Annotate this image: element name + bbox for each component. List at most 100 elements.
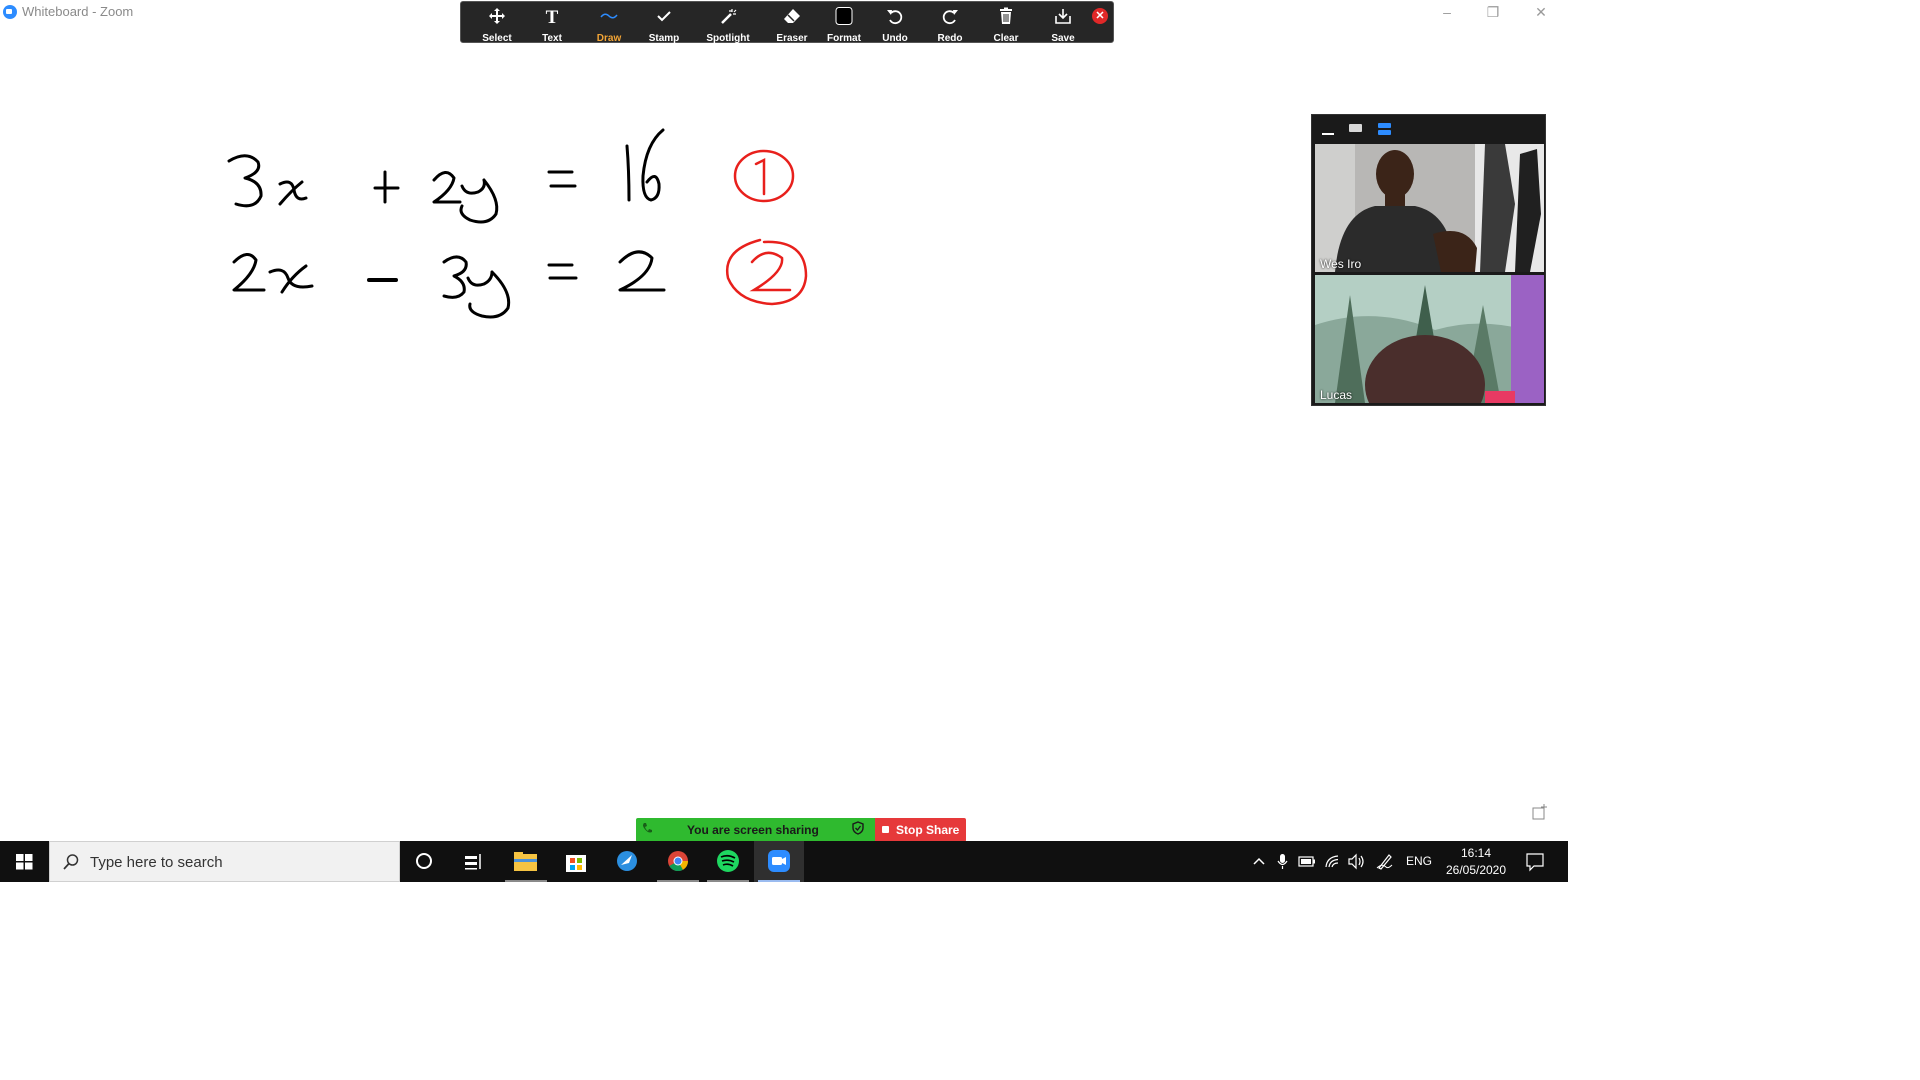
screen-share-bar: You are screen sharing Stop Share: [636, 818, 966, 842]
clear-tool[interactable]: Clear: [980, 5, 1032, 44]
gallery-controls: [1312, 115, 1545, 143]
undo-tool-label: Undo: [882, 33, 908, 44]
stop-share-button[interactable]: Stop Share: [875, 818, 966, 842]
app-running-indicator: [707, 880, 749, 882]
stamp-tool-label: Stamp: [648, 33, 680, 44]
format-tool[interactable]: Format: [818, 5, 870, 44]
eraser-tool-label: Eraser: [776, 33, 808, 44]
checkmark-icon: [638, 7, 690, 27]
sharing-status-text: You are screen sharing: [687, 823, 819, 837]
ink-3: [227, 154, 263, 208]
ink-3b: [442, 255, 468, 299]
eraser-icon: [766, 7, 818, 27]
volume-icon[interactable]: [1346, 841, 1368, 882]
ink-2c: [618, 250, 666, 292]
text-tool[interactable]: T Text: [526, 5, 578, 44]
eraser-tool[interactable]: Eraser: [766, 5, 818, 44]
undo-tool[interactable]: Undo: [869, 5, 921, 44]
ink-equals: [547, 170, 577, 188]
marker-2: [749, 251, 792, 292]
move-icon: [471, 7, 523, 27]
ink-equals-b: [547, 263, 578, 280]
ink-y: [459, 178, 499, 224]
whiteboard-toolbar: Select T Text Draw Stamp Spotlight Erase…: [460, 1, 1114, 44]
restore-button[interactable]: ❐: [1470, 2, 1516, 24]
gallery-view-icon[interactable]: [1378, 123, 1391, 135]
ink-2: [432, 171, 462, 204]
draw-squiggle-icon: [583, 7, 635, 27]
trash-icon: [980, 7, 1032, 27]
ink-yb: [466, 270, 511, 319]
participant-name: Wes Iro: [1320, 257, 1362, 271]
redo-tool[interactable]: Redo: [924, 5, 976, 44]
download-icon: [1037, 7, 1089, 27]
redo-tool-label: Redo: [937, 33, 963, 44]
search-icon: [62, 853, 80, 876]
stop-square-icon: [882, 826, 889, 833]
speaker-view-icon[interactable]: [1349, 124, 1362, 132]
show-hidden-icons-icon[interactable]: [1248, 841, 1270, 882]
clock[interactable]: 16:14 26/05/2020: [1440, 841, 1512, 882]
task-view-icon[interactable]: [450, 841, 500, 882]
battery-icon[interactable]: [1296, 841, 1318, 882]
select-tool-label: Select: [482, 33, 512, 44]
participant-tile[interactable]: Wes Iro: [1315, 144, 1544, 272]
spotify-icon[interactable]: [703, 841, 753, 882]
undo-icon: [869, 7, 921, 27]
ink-plus: [373, 170, 400, 204]
new-page-icon[interactable]: [1532, 804, 1548, 820]
wifi-icon[interactable]: [1322, 841, 1344, 882]
text-tool-label: Text: [542, 33, 562, 44]
draw-tool[interactable]: Draw: [583, 5, 635, 44]
close-window-button[interactable]: ✕: [1518, 2, 1564, 24]
save-tool-label: Save: [1051, 33, 1075, 44]
participant-tile[interactable]: Lucas: [1315, 275, 1544, 403]
clock-date: 26/05/2020: [1445, 863, 1507, 877]
phone-icon: [642, 818, 652, 842]
security-shield-icon: [852, 819, 864, 843]
redo-icon: [924, 7, 976, 27]
input-language[interactable]: ENG: [1406, 841, 1436, 882]
minimize-button[interactable]: –: [1424, 2, 1470, 24]
search-placeholder: Type here to search: [90, 854, 223, 871]
pen-workspace-icon[interactable]: [1374, 841, 1396, 882]
participant-video: [1315, 144, 1544, 272]
format-square-icon: [818, 7, 870, 27]
chrome-icon[interactable]: [653, 841, 703, 882]
microphone-icon[interactable]: [1274, 841, 1292, 882]
participant-name: Lucas: [1320, 388, 1353, 402]
draw-tool-label: Draw: [596, 33, 622, 44]
magic-wand-icon: [702, 7, 754, 27]
select-tool[interactable]: Select: [471, 5, 523, 44]
file-explorer-icon[interactable]: [501, 841, 551, 882]
marker-1: [754, 157, 766, 196]
minimize-video-icon[interactable]: [1322, 133, 1334, 135]
app-running-indicator: [505, 880, 547, 882]
text-icon: T: [526, 7, 578, 28]
zoom-icon[interactable]: [754, 841, 804, 882]
edge-icon[interactable]: [602, 841, 652, 882]
notifications-icon[interactable]: [1520, 841, 1550, 882]
spotlight-tool-label: Spotlight: [706, 33, 750, 44]
windows-logo-icon: [16, 854, 33, 870]
close-whiteboard-icon[interactable]: ✕: [1092, 8, 1108, 24]
marker-circle-2: [725, 238, 808, 306]
format-tool-label: Format: [827, 33, 861, 44]
save-tool[interactable]: Save: [1037, 5, 1089, 44]
clear-tool-label: Clear: [993, 33, 1019, 44]
ink-6: [641, 128, 665, 202]
stamp-tool[interactable]: Stamp: [638, 5, 690, 44]
participant-video: [1315, 275, 1544, 403]
sharing-status[interactable]: You are screen sharing: [636, 818, 875, 842]
window-title: Whiteboard - Zoom: [22, 4, 134, 19]
windows-taskbar: Type here to search ENG 16:14 26/05/2020: [0, 841, 1568, 882]
stop-share-label: Stop Share: [896, 823, 960, 837]
start-button[interactable]: [0, 841, 49, 882]
video-gallery-panel: Wes Iro Lucas: [1311, 114, 1546, 406]
ink-x: [278, 180, 308, 206]
cortana-icon[interactable]: [400, 841, 450, 882]
zoom-logo-icon: [3, 5, 17, 19]
spotlight-tool[interactable]: Spotlight: [702, 5, 754, 44]
taskbar-search[interactable]: Type here to search: [49, 841, 400, 882]
store-icon[interactable]: [551, 841, 601, 882]
